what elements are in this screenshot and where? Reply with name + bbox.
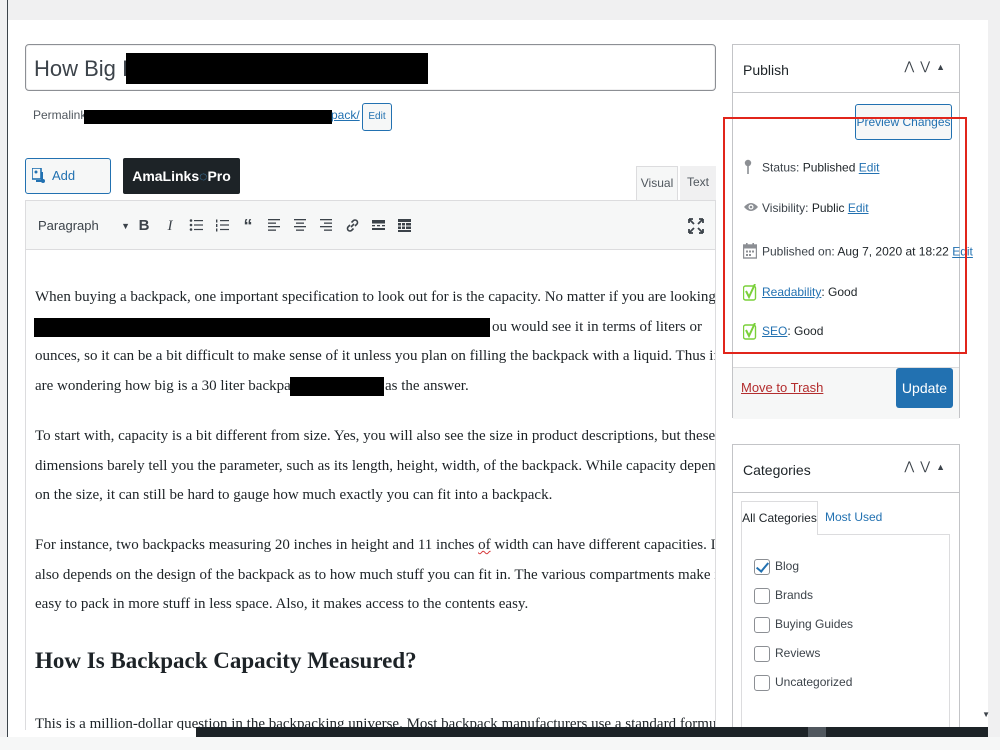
- text-line-with-spelling: For instance, two backpacks measuring 20…: [35, 531, 716, 561]
- chevron-down-icon: ▼: [121, 221, 130, 231]
- text-line: To start with, capacity is a bit differe…: [35, 428, 716, 444]
- amalinks-label-a: AmaLinks: [132, 168, 200, 184]
- tab-visual[interactable]: Visual: [636, 166, 678, 200]
- window-scrollbar[interactable]: [988, 0, 1000, 750]
- window-bottom-edge: [0, 737, 1000, 750]
- categories-list: Blog Brands Buying Guides Reviews Uncate…: [741, 534, 950, 734]
- category-checkbox[interactable]: [754, 617, 770, 633]
- read-more-icon[interactable]: [368, 213, 388, 239]
- panel-controls: ⋀⋁▲: [904, 59, 951, 73]
- panel-controls: ⋀⋁▲: [904, 459, 951, 473]
- tab-text[interactable]: Text: [680, 166, 716, 200]
- categories-panel-header: Categories ⋀⋁▲: [733, 445, 959, 493]
- category-label: Blog: [775, 559, 800, 574]
- fullscreen-icon[interactable]: [685, 215, 707, 237]
- redacted-permalink: [84, 110, 332, 124]
- text-line: ounces, so it can be a bit difficult to …: [35, 348, 716, 364]
- toolbar-toggle-icon[interactable]: [394, 213, 414, 239]
- redacted-title: [126, 53, 428, 84]
- align-left-icon[interactable]: [264, 213, 284, 239]
- move-up-icon[interactable]: ⋀: [904, 459, 920, 473]
- text-line: easy to pack in more stuff in less space…: [35, 596, 529, 612]
- annotation-highlight-box: [723, 117, 967, 354]
- spelling-error[interactable]: of: [478, 537, 491, 553]
- categories-panel: Categories ⋀⋁▲ All Categories Most Used …: [732, 444, 960, 744]
- move-up-icon[interactable]: ⋀: [904, 59, 920, 73]
- category-label: Uncategorized: [775, 675, 853, 690]
- category-label: Reviews: [775, 646, 821, 661]
- amalinks-pro-button[interactable]: AmaLinks◌Pro: [123, 158, 240, 194]
- align-right-icon[interactable]: [316, 213, 336, 239]
- category-label: Buying Guides: [775, 617, 854, 632]
- category-item-uncategorized[interactable]: Uncategorized: [754, 675, 852, 691]
- move-down-icon[interactable]: ⋁: [920, 459, 936, 473]
- content-heading: How Is Backpack Capacity Measured?: [35, 648, 417, 673]
- tab-most-used[interactable]: Most Used: [825, 501, 882, 533]
- category-checkbox[interactable]: [754, 588, 770, 604]
- category-checkbox[interactable]: [754, 675, 770, 691]
- text-line: dimensions barely tell you the parameter…: [35, 457, 716, 474]
- redacted-text: [290, 377, 384, 396]
- publish-panel-header: Publish ⋀⋁▲: [733, 45, 959, 93]
- tab-all-categories[interactable]: All Categories: [741, 501, 818, 535]
- move-to-trash-link[interactable]: Move to Trash: [741, 380, 823, 395]
- permalink-label: Permalink:: [33, 108, 90, 122]
- taskbar-strip: [196, 727, 988, 737]
- italic-icon[interactable]: I: [160, 213, 180, 239]
- category-item-brands[interactable]: Brands: [754, 588, 813, 604]
- window-left-edge: [0, 0, 8, 750]
- text-line: ou would see it in terms of liters or: [492, 318, 702, 335]
- bulleted-list-icon[interactable]: [186, 213, 206, 239]
- numbered-list-icon[interactable]: [212, 213, 232, 239]
- text-fragment: width can have different capacities. It: [494, 537, 716, 553]
- insert-link-icon[interactable]: [342, 213, 362, 239]
- blockquote-icon[interactable]: “: [238, 213, 258, 239]
- text-line: on the size, it can still be hard to gau…: [35, 487, 553, 503]
- text-line: as the answer.: [385, 377, 469, 394]
- format-select[interactable]: Paragraph ▼: [32, 213, 130, 239]
- media-icon: [32, 168, 45, 183]
- window-top-edge: [0, 0, 1000, 20]
- add-media-button[interactable]: Add Media: [25, 158, 111, 217]
- align-center-icon[interactable]: [290, 213, 310, 239]
- scroll-down-arrow-icon[interactable]: ▼: [982, 710, 990, 719]
- category-item-reviews[interactable]: Reviews: [754, 646, 820, 662]
- format-select-value: Paragraph: [38, 218, 99, 233]
- permalink-link[interactable]: pack/: [331, 108, 360, 122]
- category-label: Brands: [775, 588, 814, 603]
- category-item-buying-guides[interactable]: Buying Guides: [754, 617, 853, 633]
- editor-toolbar: Paragraph ▼ B I “: [25, 200, 716, 250]
- text-line: are wondering how big is a 30 liter back…: [35, 377, 309, 394]
- category-item-blog[interactable]: Blog: [754, 559, 799, 575]
- publish-actions: Move to Trash Update: [733, 367, 959, 419]
- text-line: also depends on the design of the backpa…: [35, 566, 716, 583]
- categories-tabs: All Categories Most Used: [741, 501, 953, 535]
- category-checkbox[interactable]: [754, 559, 770, 575]
- text-line: When buying a backpack, one important sp…: [35, 289, 716, 305]
- collapse-icon[interactable]: ▲: [936, 462, 951, 472]
- move-down-icon[interactable]: ⋁: [920, 59, 936, 73]
- taskbar-segment: [808, 727, 826, 737]
- categories-panel-title: Categories: [743, 462, 811, 478]
- permalink-edit-button[interactable]: Edit: [362, 103, 392, 131]
- update-button[interactable]: Update: [896, 368, 953, 408]
- bold-icon[interactable]: B: [134, 213, 154, 239]
- publish-panel-title: Publish: [743, 62, 789, 78]
- text-fragment: For instance, two backpacks measuring 20…: [35, 537, 475, 553]
- redacted-text: [34, 318, 490, 337]
- amalinks-label-b: Pro: [207, 168, 231, 184]
- category-checkbox[interactable]: [754, 646, 770, 662]
- collapse-icon[interactable]: ▲: [936, 62, 951, 72]
